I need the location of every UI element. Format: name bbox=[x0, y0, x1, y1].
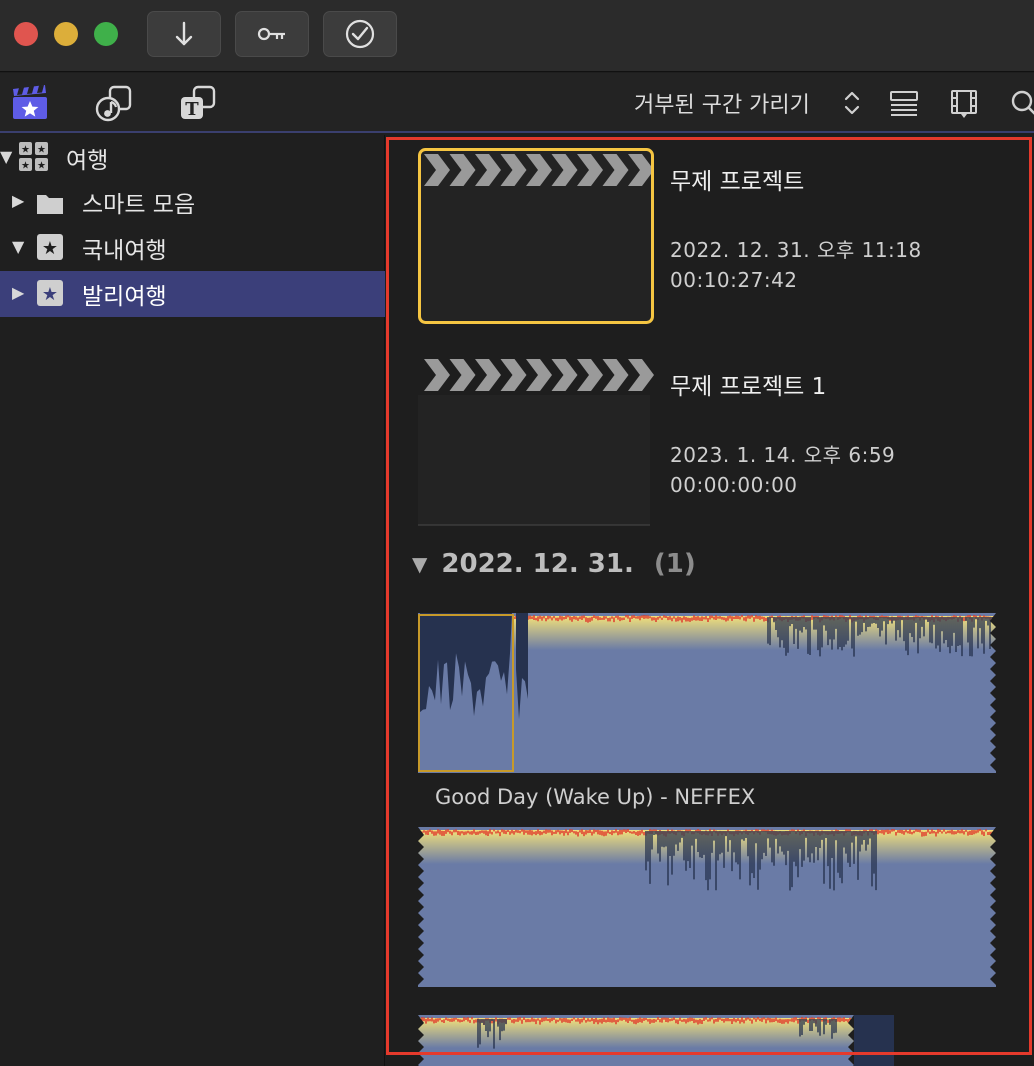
project-thumbnail[interactable] bbox=[418, 353, 654, 529]
search-icon[interactable] bbox=[1008, 87, 1034, 119]
libraries-sidebar: ▼ ★ ★ ★ ★ 여행 ▶ 스마트 모음 ▼ ★ 국내여행 ▶ ★ 발리여행 bbox=[0, 135, 385, 1066]
disclosure-closed-icon[interactable]: ▶ bbox=[12, 283, 24, 302]
event-star-icon: ★ bbox=[37, 234, 63, 260]
disclosure-open-icon[interactable]: ▼ bbox=[412, 552, 427, 576]
clapperboard-star-icon bbox=[13, 85, 47, 119]
audio-clip-filmstrip[interactable] bbox=[418, 613, 998, 775]
project-thumbnail[interactable] bbox=[418, 148, 654, 324]
svg-text:★: ★ bbox=[37, 161, 46, 172]
background-tasks-button[interactable] bbox=[323, 11, 397, 57]
disclosure-open-icon[interactable]: ▼ bbox=[0, 147, 12, 166]
folder-icon bbox=[37, 195, 63, 214]
sidebar-item-bali-trip[interactable]: ▶ ★ 발리여행 bbox=[0, 271, 385, 317]
sidebar-item-label: 국내여행 bbox=[82, 238, 167, 264]
audio-clip-filmstrip[interactable] bbox=[418, 827, 998, 989]
browser-toolbar: T 거부된 구간 가리기 bbox=[0, 73, 1034, 133]
import-button[interactable] bbox=[147, 11, 221, 57]
title-bar bbox=[0, 0, 1034, 72]
date-group-date: 2022. 12. 31. bbox=[441, 549, 634, 579]
audio-clip-filmstrip[interactable] bbox=[418, 1015, 998, 1066]
project-date: 2022. 12. 31. 오후 11:18 bbox=[670, 238, 922, 262]
rejected-filter-popup[interactable]: 거부된 구간 가리기 bbox=[634, 87, 810, 119]
arrow-down-icon bbox=[175, 21, 193, 46]
photos-audio-tab[interactable] bbox=[94, 83, 134, 123]
library-icon: ★ ★ ★ ★ bbox=[19, 142, 48, 172]
svg-text:★: ★ bbox=[42, 238, 58, 259]
disclosure-open-icon[interactable]: ▼ bbox=[12, 237, 24, 256]
project-title: 무제 프로젝트 bbox=[670, 169, 805, 195]
project-duration: 00:00:00:00 bbox=[670, 473, 798, 497]
sidebar-item-label: 발리여행 bbox=[82, 284, 167, 310]
disclosure-closed-icon[interactable]: ▶ bbox=[12, 191, 24, 210]
date-group-header[interactable]: ▼ 2022. 12. 31. (1) bbox=[412, 549, 696, 579]
key-icon bbox=[257, 27, 285, 41]
titles-icon: T bbox=[181, 85, 216, 120]
chevron-updown-icon[interactable] bbox=[842, 89, 862, 117]
event-star-icon: ★ bbox=[37, 280, 63, 306]
sidebar-library-row[interactable]: ▼ ★ ★ ★ ★ 여행 bbox=[0, 135, 385, 181]
libraries-tab[interactable] bbox=[10, 83, 50, 123]
sidebar-library-label: 여행 bbox=[66, 148, 109, 174]
project-duration: 00:10:27:42 bbox=[670, 268, 798, 292]
titles-generators-tab[interactable]: T bbox=[178, 83, 218, 123]
zoom-window-button[interactable] bbox=[94, 22, 118, 46]
checkmark-circle-icon bbox=[345, 19, 375, 49]
svg-text:★: ★ bbox=[37, 145, 46, 156]
svg-text:★: ★ bbox=[42, 284, 58, 305]
project-title: 무제 프로젝트 1 bbox=[670, 374, 827, 400]
svg-text:T: T bbox=[185, 99, 199, 120]
project-item[interactable]: 무제 프로젝트 2022. 12. 31. 오후 11:18 00:10:27:… bbox=[418, 148, 1018, 328]
clapperboard-icon bbox=[418, 148, 654, 324]
sidebar-item-smart-collections[interactable]: ▶ 스마트 모음 bbox=[0, 179, 385, 225]
date-group-count: (1) bbox=[653, 549, 696, 579]
keywords-button[interactable] bbox=[235, 11, 309, 57]
sidebar-item-label: 스마트 모음 bbox=[82, 192, 196, 218]
minimize-window-button[interactable] bbox=[54, 22, 78, 46]
event-browser: 무제 프로젝트 2022. 12. 31. 오후 11:18 00:10:27:… bbox=[388, 135, 1034, 1066]
clip-appearance-icon[interactable] bbox=[888, 87, 920, 119]
music-photo-icon bbox=[95, 85, 132, 122]
clip-name: Good Day (Wake Up) - NEFFEX bbox=[435, 785, 756, 809]
svg-text:★: ★ bbox=[21, 161, 30, 172]
clapperboard-icon bbox=[418, 353, 654, 527]
sidebar-item-domestic-trip[interactable]: ▼ ★ 국내여행 bbox=[0, 225, 385, 271]
svg-text:★: ★ bbox=[21, 145, 30, 156]
close-window-button[interactable] bbox=[14, 22, 38, 46]
project-item[interactable]: 무제 프로젝트 1 2023. 1. 14. 오후 6:59 00:00:00:… bbox=[418, 353, 1018, 533]
filmstrip-icon[interactable] bbox=[948, 87, 980, 119]
project-date: 2023. 1. 14. 오후 6:59 bbox=[670, 443, 896, 467]
